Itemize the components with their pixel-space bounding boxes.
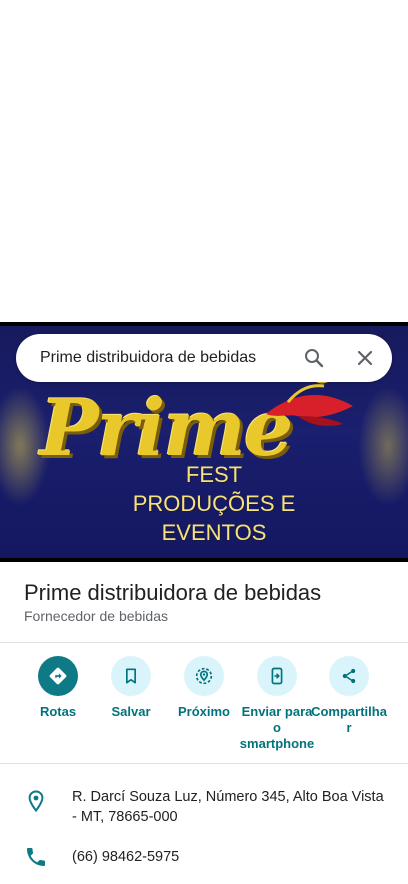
phone-icon: [24, 845, 48, 869]
divider: [0, 763, 408, 764]
caption-line: FEST: [185, 462, 243, 487]
phone-row[interactable]: (66) 98462-5975: [0, 845, 408, 869]
action-label: Rotas: [39, 704, 77, 719]
action-label: Compartilhar: [311, 704, 387, 735]
caption-line: PRODUÇÕES E: [132, 491, 296, 516]
nearby-icon: [184, 656, 224, 696]
save-button[interactable]: Salvar: [92, 656, 170, 720]
search-input[interactable]: Prime distribuidora de bebidas: [40, 334, 256, 382]
action-label: Próximo: [177, 704, 230, 719]
send-to-phone-button[interactable]: Enviar para o smartphone: [238, 656, 316, 752]
photo-caption: FEST PRODUÇÕES E EVENTOS: [104, 460, 324, 547]
phone-text: (66) 98462-5975: [72, 849, 180, 865]
address-row[interactable]: R. Darcí Souza Luz, Número 345, Alto Boa…: [0, 787, 408, 831]
directions-button[interactable]: Rotas: [19, 656, 97, 720]
action-label: Salvar: [111, 704, 151, 719]
search-bar[interactable]: Prime distribuidora de bebidas: [16, 334, 392, 382]
share-button[interactable]: Compartilhar: [311, 656, 387, 736]
share-icon: [329, 656, 369, 696]
ribbon-decoration: [266, 379, 353, 426]
nearby-button[interactable]: Próximo: [165, 656, 243, 720]
close-icon[interactable]: [353, 346, 377, 370]
send-to-phone-icon: [257, 656, 297, 696]
place-title: Prime distribuidora de bebidas: [24, 580, 322, 605]
search-icon[interactable]: [302, 346, 326, 370]
action-label: Enviar para o smartphone: [239, 704, 315, 751]
place-category[interactable]: Fornecedor de bebidas: [24, 606, 168, 626]
bookmark-icon: [111, 656, 151, 696]
address-text: R. Darcí Souza Luz, Número 345, Alto Boa…: [72, 789, 384, 825]
divider: [0, 642, 408, 643]
directions-icon: [38, 656, 78, 696]
caption-line: EVENTOS: [161, 520, 267, 545]
location-pin-icon: [24, 789, 48, 813]
map-area[interactable]: [0, 0, 408, 322]
